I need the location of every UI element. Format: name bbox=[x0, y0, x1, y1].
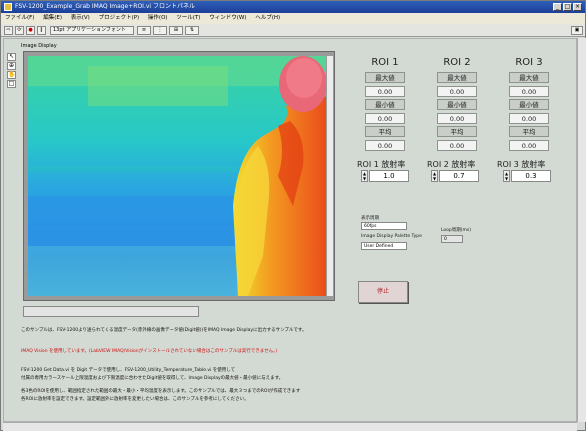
note-line-3: FSV-1200 Get Data.vi を Digit データで使用し、FSV… bbox=[21, 368, 236, 373]
roi3-emissivity-value[interactable]: 0.3 bbox=[511, 170, 551, 182]
roi2-title: ROI 2 bbox=[443, 57, 471, 68]
interval-field[interactable]: 60fps bbox=[361, 222, 407, 230]
image-display-label: Image Display bbox=[21, 43, 57, 49]
font-select[interactable]: 13pt アプリケーションフォント bbox=[50, 26, 134, 35]
roi2-emissivity-label: ROI 2 放射率 bbox=[427, 160, 476, 169]
note-line-5: 各3色のROIを使用し、範囲指定された範囲の最大・最小・平均温度を表示します。こ… bbox=[21, 389, 301, 394]
vi-icon: ▣ bbox=[571, 26, 583, 35]
roi1-title: ROI 1 bbox=[371, 57, 399, 68]
window-title: FSV-1200_Example_Grab IMAQ Image+ROI.vi … bbox=[15, 3, 195, 10]
roi2-min-value: 0.00 bbox=[437, 113, 477, 124]
menu-view[interactable]: 表示(V) bbox=[71, 15, 90, 21]
close-button[interactable]: × bbox=[573, 3, 582, 11]
roi3-max-value: 0.00 bbox=[509, 86, 549, 97]
menu-operate[interactable]: 操作(O) bbox=[148, 15, 168, 21]
title-bar: FSV-1200_Example_Grab IMAQ Image+ROI.vi … bbox=[1, 1, 585, 13]
roi1-emissivity-label: ROI 1 放射率 bbox=[357, 160, 406, 169]
roi3-emissivity-label: ROI 3 放射率 bbox=[497, 160, 546, 169]
roi2-max-label: 最大値 bbox=[437, 72, 477, 83]
roi3-avg-value: 0.00 bbox=[509, 140, 549, 151]
align-icon[interactable]: ≡ bbox=[137, 26, 151, 35]
palette-select[interactable]: User Defined bbox=[361, 242, 407, 250]
roi2-max-value: 0.00 bbox=[437, 86, 477, 97]
horizontal-scrollbar[interactable] bbox=[3, 422, 577, 431]
palette-label: Image Display Palette Type bbox=[361, 234, 422, 239]
roi3-avg-label: 平均 bbox=[509, 126, 549, 137]
note-line-1: このサンプルは、FSV-1200より送られてくる温度データ(赤外線の画像データ値… bbox=[21, 328, 307, 333]
roi3-min-value: 0.00 bbox=[509, 113, 549, 124]
roi1-emissivity-value[interactable]: 1.0 bbox=[369, 170, 409, 182]
loop-value: 0 bbox=[441, 235, 463, 243]
roi2-min-label: 最小値 bbox=[437, 99, 477, 110]
roi2-avg-label: 平均 bbox=[437, 126, 477, 137]
labview-icon bbox=[4, 3, 12, 11]
distribute-icon[interactable]: ⋮ bbox=[153, 26, 167, 35]
window: FSV-1200_Example_Grab IMAQ Image+ROI.vi … bbox=[0, 0, 586, 431]
roi3-min-label: 最小値 bbox=[509, 99, 549, 110]
roi3-increment-icon[interactable]: ▲ ▼ bbox=[503, 170, 510, 182]
image-tools-palette: ↖ ⊕ ✋ □ bbox=[7, 53, 17, 93]
run-arrow-icon[interactable]: ⇨ bbox=[4, 26, 13, 35]
menu-edit[interactable]: 編集(E) bbox=[43, 15, 62, 21]
toolbar: ⇨ ⟳ ● ∥ 13pt アプリケーションフォント ≡ ⋮ ⊞ ⇅ ▣ bbox=[1, 24, 585, 37]
pause-icon[interactable]: ∥ bbox=[37, 26, 46, 35]
display-scrollbar[interactable] bbox=[327, 56, 333, 296]
roi1-avg-value: 0.00 bbox=[365, 140, 405, 151]
rect-tool-icon[interactable]: □ bbox=[7, 80, 16, 88]
roi3-title: ROI 3 bbox=[515, 57, 543, 68]
vertical-scrollbar[interactable] bbox=[577, 38, 586, 422]
roi1-increment-icon[interactable]: ▲ ▼ bbox=[361, 170, 368, 182]
run-continuous-icon[interactable]: ⟳ bbox=[15, 26, 24, 35]
menu-help[interactable]: ヘルプ(H) bbox=[255, 15, 280, 21]
menu-file[interactable]: ファイル(F) bbox=[5, 15, 34, 21]
roi2-emissivity-value[interactable]: 0.7 bbox=[439, 170, 479, 182]
note-line-4: 付属の専用カラースケール上限温度および下限温度に合わせたDigit値を取得して、… bbox=[21, 376, 284, 381]
note-line-6: 各ROIに放射率を設定できます。設定範囲外に放射率を変更したい場合は、このサンプ… bbox=[21, 397, 249, 402]
zoom-tool-icon[interactable]: ⊕ bbox=[7, 62, 16, 70]
thermal-image[interactable] bbox=[28, 56, 326, 296]
roi1-avg-label: 平均 bbox=[365, 126, 405, 137]
roi1-max-value: 0.00 bbox=[365, 86, 405, 97]
roi2-avg-value: 0.00 bbox=[437, 140, 477, 151]
menu-window[interactable]: ウィンドウ(W) bbox=[209, 15, 246, 21]
image-display[interactable] bbox=[23, 51, 335, 301]
loop-label: Loop周期(ms) bbox=[441, 228, 472, 233]
note-line-2: IMAQ Vision を使用しています。(LabVIEW IMAQ/Visio… bbox=[21, 349, 278, 354]
menu-tools[interactable]: ツール(T) bbox=[176, 15, 200, 21]
roi2-increment-icon[interactable]: ▲ ▼ bbox=[431, 170, 438, 182]
reorder-icon[interactable]: ⇅ bbox=[185, 26, 199, 35]
roi1-min-value: 0.00 bbox=[365, 113, 405, 124]
maximize-button[interactable]: □ bbox=[563, 3, 572, 11]
pan-tool-icon[interactable]: ✋ bbox=[7, 71, 16, 79]
roi1-max-label: 最大値 bbox=[365, 72, 405, 83]
stop-button[interactable]: 停止 bbox=[358, 281, 408, 303]
pointer-tool-icon[interactable]: ↖ bbox=[7, 53, 16, 61]
roi3-max-label: 最大値 bbox=[509, 72, 549, 83]
resize-icon[interactable]: ⊞ bbox=[169, 26, 183, 35]
menu-bar: ファイル(F) 編集(E) 表示(V) プロジェクト(P) 操作(O) ツール(… bbox=[1, 13, 585, 24]
roi1-min-label: 最小値 bbox=[365, 99, 405, 110]
interval-label: 表示周期 bbox=[361, 216, 379, 221]
menu-project[interactable]: プロジェクト(P) bbox=[99, 15, 140, 21]
minimize-button[interactable]: _ bbox=[553, 3, 562, 11]
abort-icon[interactable]: ● bbox=[26, 26, 35, 35]
progress-bar bbox=[23, 306, 199, 317]
